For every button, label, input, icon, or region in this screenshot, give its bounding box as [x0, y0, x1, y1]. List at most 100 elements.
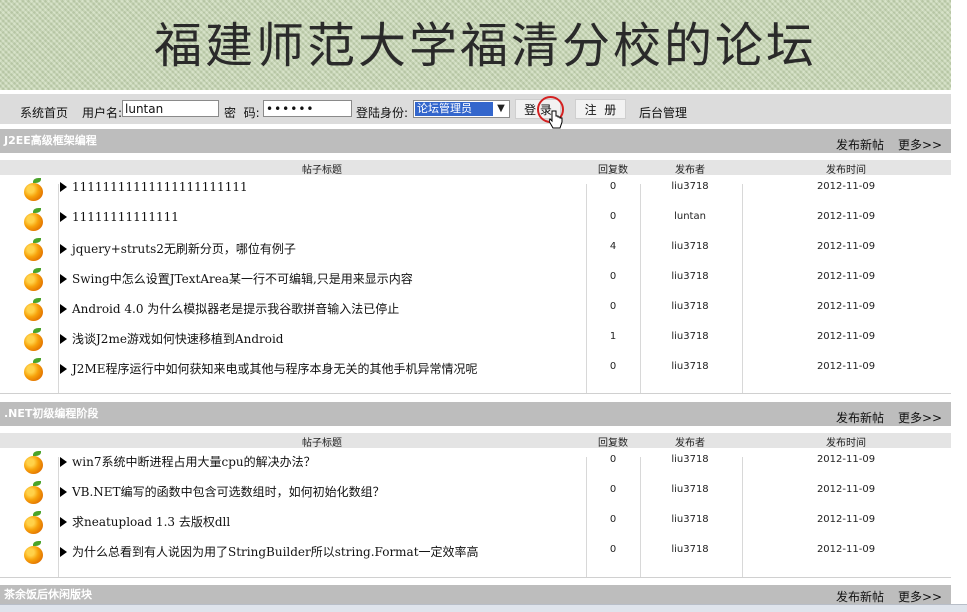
post-title-text: 浅谈J2me游戏如何快速移植到Android [72, 332, 284, 346]
more-link[interactable]: 更多>> [898, 136, 942, 153]
post-title-text: 求neatupload 1.3 去版权dll [72, 515, 231, 529]
post-title-text: 为什么总看到有人说因为用了StringBuilder所以string.Forma… [72, 545, 479, 559]
post-title-link[interactable]: 浅谈J2me游戏如何快速移植到Android [60, 330, 283, 347]
table-row: J2ME程序运行中如何获知来电或其他与程序本身无关的其他手机异常情况呢 0 liu3… [0, 358, 951, 394]
post-time: 2012-11-09 [816, 211, 876, 222]
triangle-right-icon [60, 364, 67, 374]
triangle-right-icon [60, 182, 67, 192]
post-time: 2012-11-09 [816, 181, 876, 192]
post-author[interactable]: liu3718 [671, 241, 708, 252]
post-author[interactable]: liu3718 [671, 331, 708, 342]
section-name: 茶余饭后休闲版块 [4, 588, 92, 601]
triangle-right-icon [60, 244, 67, 254]
chevron-down-icon[interactable]: ▼ [494, 102, 508, 116]
reply-count: 0 [609, 211, 617, 222]
register-button[interactable]: 注 册 [575, 99, 626, 119]
orange-fruit-icon [24, 363, 43, 381]
post-table: win7系统中断进程占用大量cpu的解决办法？ 0 liu3718 2012-11-0… [0, 451, 951, 578]
reply-count: 0 [609, 181, 617, 192]
more-link[interactable]: 更多>> [898, 588, 942, 605]
admin-link[interactable]: 后台管理 [639, 104, 687, 121]
col-replies: 回复数 [598, 165, 628, 176]
post-table: 11111111111111111111111 0 liu3718 2012-11-0… [0, 178, 951, 394]
triangle-right-icon [60, 457, 67, 467]
orange-fruit-icon [24, 516, 43, 534]
post-time: 2012-11-09 [816, 271, 876, 282]
orange-fruit-icon [24, 333, 43, 351]
reply-count: 0 [609, 514, 617, 525]
triangle-right-icon [60, 547, 67, 557]
post-title-link[interactable]: win7系统中断进程占用大量cpu的解决办法？ [60, 453, 316, 470]
post-title-link[interactable]: J2ME程序运行中如何获知来电或其他与程序本身无关的其他手机异常情况呢 [60, 360, 478, 377]
section-name: J2EE高级框架编程 [4, 134, 97, 147]
reply-count: 1 [609, 331, 617, 342]
post-title-text: J2ME程序运行中如何获知来电或其他与程序本身无关的其他手机异常情况呢 [72, 362, 478, 376]
password-label: 密 码: [224, 106, 260, 120]
post-title-link[interactable]: 11111111111111111111111 [60, 180, 248, 194]
reply-count: 0 [609, 301, 617, 312]
section-header: 茶余饭后休闲版块 发布新帖 更多>> [0, 585, 951, 605]
post-author[interactable]: liu3718 [671, 181, 708, 192]
orange-fruit-icon [24, 456, 43, 474]
post-title-link[interactable]: Swing中怎么设置JTextArea某一行不可编辑,只是用来显示内容 [60, 270, 413, 287]
post-author[interactable]: liu3718 [671, 301, 708, 312]
post-time: 2012-11-09 [816, 241, 876, 252]
window-edge [951, 0, 967, 611]
post-author[interactable]: liu3718 [671, 544, 708, 555]
more-link[interactable]: 更多>> [898, 409, 942, 426]
post-title-link[interactable]: 11111111111111 [60, 210, 179, 224]
triangle-right-icon [60, 487, 67, 497]
post-title-link[interactable]: Android 4.0 为什么模拟器老是提示我谷歌拼音输入法已停止 [60, 300, 399, 317]
post-author[interactable]: liu3718 [671, 361, 708, 372]
col-time: 发布时间 [826, 438, 866, 449]
column-header: 帖子标题 回复数 发布者 发布时间 [0, 433, 951, 449]
post-title-text: Android 4.0 为什么模拟器老是提示我谷歌拼音输入法已停止 [72, 302, 400, 316]
post-time: 2012-11-09 [816, 484, 876, 495]
post-author[interactable]: liu3718 [671, 514, 708, 525]
hand-pointer-icon [549, 110, 563, 129]
reply-count: 0 [609, 544, 617, 555]
role-select[interactable]: 论坛管理员 ▼ [413, 100, 510, 118]
section-name: .NET初级编程阶段 [4, 407, 99, 420]
new-post-link[interactable]: 发布新帖 [836, 588, 884, 605]
post-author[interactable]: luntan [674, 211, 706, 222]
home-link[interactable]: 系统首页 [20, 104, 68, 121]
role-label: 登陆身份: [356, 106, 409, 120]
col-time: 发布时间 [826, 165, 866, 176]
post-title-text: VB.NET编写的函数中包含可选数组时，如何初始化数组？ [72, 485, 385, 499]
username-input[interactable]: luntan [122, 100, 219, 117]
triangle-right-icon [60, 304, 67, 314]
col-replies: 回复数 [598, 438, 628, 449]
post-title-text: jquery+struts2无刷新分页，哪位有例子 [72, 242, 296, 256]
post-title-link[interactable]: jquery+struts2无刷新分页，哪位有例子 [60, 240, 296, 257]
section-header: .NET初级编程阶段 发布新帖 更多>> [0, 402, 951, 426]
col-title: 帖子标题 [302, 165, 342, 176]
new-post-link[interactable]: 发布新帖 [836, 409, 884, 426]
new-post-link[interactable]: 发布新帖 [836, 136, 884, 153]
column-header: 帖子标题 回复数 发布者 发布时间 [0, 160, 951, 176]
reply-count: 0 [609, 361, 617, 372]
post-title-link[interactable]: 为什么总看到有人说因为用了StringBuilder所以string.Forma… [60, 543, 479, 560]
section-header: J2EE高级框架编程 发布新帖 更多>> [0, 129, 951, 153]
orange-fruit-icon [24, 546, 43, 564]
post-author[interactable]: liu3718 [671, 484, 708, 495]
orange-fruit-icon [24, 213, 43, 231]
post-title-link[interactable]: VB.NET编写的函数中包含可选数组时，如何初始化数组？ [60, 483, 385, 500]
triangle-right-icon [60, 212, 67, 222]
orange-fruit-icon [24, 273, 43, 291]
orange-fruit-icon [24, 243, 43, 261]
post-title-link[interactable]: 求neatupload 1.3 去版权dll [60, 513, 230, 530]
post-time: 2012-11-09 [816, 544, 876, 555]
post-time: 2012-11-09 [816, 331, 876, 342]
post-author[interactable]: liu3718 [671, 271, 708, 282]
post-title-text: 11111111111111 [72, 210, 179, 224]
reply-count: 0 [609, 484, 617, 495]
orange-fruit-icon [24, 486, 43, 504]
username-label: 用户名: [82, 106, 123, 120]
password-input[interactable]: •••••• [263, 100, 352, 117]
leaf-icon [33, 178, 41, 183]
post-title-text: Swing中怎么设置JTextArea某一行不可编辑,只是用来显示内容 [72, 272, 413, 286]
triangle-right-icon [60, 517, 67, 527]
post-author[interactable]: liu3718 [671, 454, 708, 465]
col-title: 帖子标题 [302, 438, 342, 449]
